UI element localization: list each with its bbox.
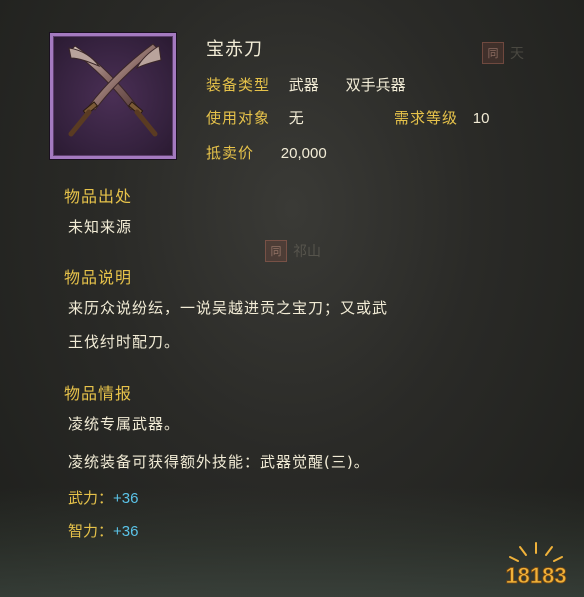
equip-type-label: 装备类型: [206, 76, 271, 94]
map-marker-text: 天: [510, 46, 524, 62]
background-map-marker: 同 天: [482, 42, 524, 64]
user-row: 使用对象 无: [206, 107, 304, 128]
origin-title: 物品出处: [64, 187, 133, 206]
item-name: 宝赤刀: [206, 39, 263, 60]
item-icon-frame[interactable]: [50, 33, 176, 159]
desc-title: 物品说明: [64, 268, 133, 287]
level-row: 需求等级 10: [394, 107, 489, 128]
sell-label: 抵卖价: [206, 144, 255, 162]
twin-blades-icon: [68, 43, 162, 137]
logo-text: 18183: [505, 563, 566, 588]
level-value: 10: [472, 110, 490, 127]
desc-line1: 来历众说纷纭，一说吴越进贡之宝刀；又或武: [68, 299, 389, 317]
user-label: 使用对象: [206, 109, 271, 127]
desc-line2: 王伐纣时配刀。: [68, 333, 181, 351]
info-title: 物品情报: [64, 384, 133, 403]
sell-row: 抵卖价 20,000: [206, 142, 327, 163]
origin-text: 未知来源: [68, 218, 133, 236]
info-line1: 凌统专属武器。: [68, 415, 181, 433]
equip-type-value: 武器: [288, 76, 319, 94]
info-line2: 凌统装备可获得额外技能：武器觉醒(三)。: [68, 453, 370, 471]
site-logo: 18183: [496, 531, 576, 591]
sell-value: 20,000: [280, 145, 327, 162]
map-marker-text: 祁山: [293, 244, 321, 260]
map-seal-icon: 同: [265, 240, 287, 262]
stat-intellect: 智力：+36: [68, 520, 138, 541]
map-seal-icon: 同: [482, 42, 504, 64]
stat-intellect-label: 智力：: [68, 522, 114, 540]
user-value: 无: [288, 109, 304, 127]
equip-type-row: 装备类型 武器 双手兵器: [206, 74, 406, 95]
stat-force-label: 武力：: [68, 489, 114, 507]
stat-force-value: +36: [113, 490, 139, 507]
equip-subtype-value: 双手兵器: [345, 76, 406, 94]
level-label: 需求等级: [394, 109, 459, 127]
stat-force: 武力：+36: [68, 487, 138, 508]
background-map-marker: 同 祁山: [265, 240, 321, 262]
stat-intellect-value: +36: [113, 523, 139, 540]
